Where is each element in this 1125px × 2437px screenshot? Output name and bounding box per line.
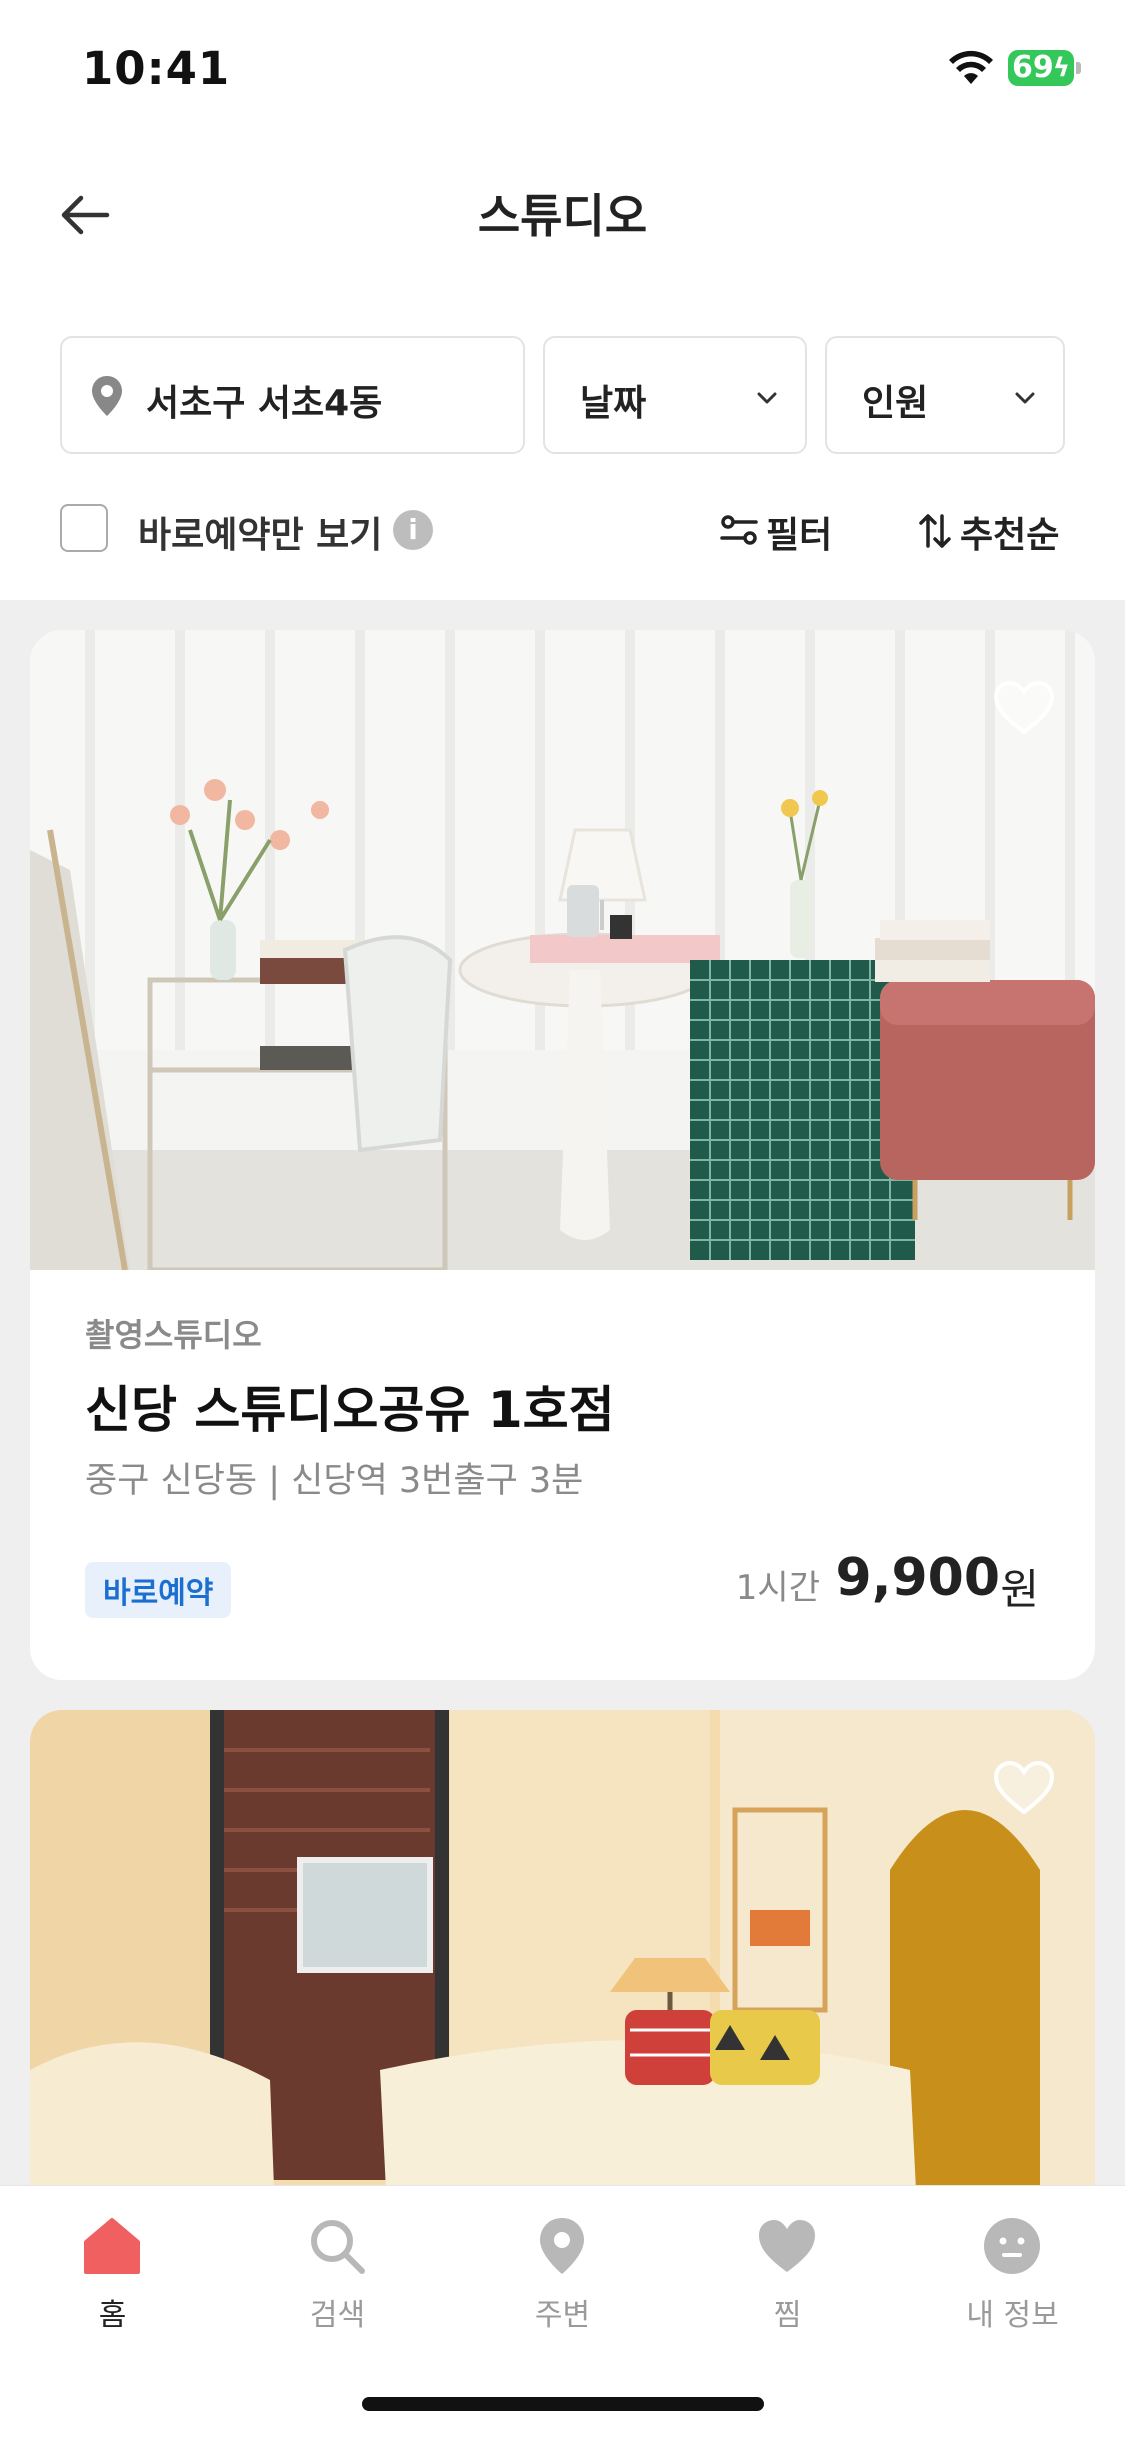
listing-location: 중구 신당동 | 신당역 3번출구 3분 [85,1461,584,1501]
chevron-down-icon [1015,392,1035,404]
charging-bolt-icon: ϟ [1052,53,1070,83]
people-filter[interactable]: 인원 [825,336,1065,454]
price-unit: 1시간 [735,1568,820,1608]
price-currency: 원 [1000,1565,1039,1614]
instant-booking-label[interactable]: 바로예약만 보기 [138,506,382,558]
tab-profile[interactable]: 내 정보 [900,2216,1125,2336]
studio-photo [30,1710,1095,2185]
listing-card[interactable]: 촬영스튜디오 신당 스튜디오공유 1호점 중구 신당동 | 신당역 3번출구 3… [30,630,1095,1680]
tab-favorites-label: 찜 [773,2298,802,2333]
instant-booking-checkbox[interactable] [60,504,108,552]
tab-nearby[interactable]: 주변 [450,2216,675,2336]
listing-category: 촬영스튜디오 [85,1316,262,1354]
listing-title[interactable]: 신당 스튜디오공유 1호점 [85,1370,615,1442]
sort-label: 추천순 [960,515,1060,556]
chevron-down-icon [757,392,777,404]
tab-home[interactable]: 홈 [0,2216,225,2336]
profile-icon [984,2218,1040,2274]
studio-photo-illustration [30,630,1095,1270]
filter-label: 필터 [766,515,833,556]
tab-search[interactable]: 검색 [225,2216,450,2336]
studio-photo-illustration [30,1710,1095,2185]
favorite-heart-icon[interactable] [993,680,1055,736]
home-icon [84,2218,140,2274]
filter-toggle-icon [720,515,758,545]
people-label: 인원 [862,383,929,424]
price-value: 9,900 [835,1548,1000,1608]
tab-favorites[interactable]: 찜 [675,2216,900,2336]
tab-search-label: 검색 [309,2298,366,2333]
options-row: 바로예약만 보기 i 필터 추천순 [60,500,1070,560]
wifi-icon [949,50,993,84]
status-time: 10:41 [82,42,231,95]
search-icon [311,2220,365,2274]
listing-list[interactable]: 촬영스튜디오 신당 스튜디오공유 1호점 중구 신당동 | 신당역 3번출구 3… [0,600,1125,2185]
listing-card[interactable] [30,1710,1095,2185]
battery-tip [1076,62,1081,74]
tab-profile-label: 내 정보 [966,2298,1059,2333]
heart-icon [759,2220,815,2272]
studio-photo [30,630,1095,1270]
page-title: 스튜디오 [477,189,648,243]
instant-booking-badge: 바로예약 [85,1562,232,1618]
sort-icon [919,514,951,548]
tab-home-label: 홈 [98,2298,127,2333]
battery-icon: 69 ϟ [1008,50,1074,86]
tab-nearby-label: 주변 [534,2298,591,2333]
location-pin-icon [540,2218,584,2274]
location-pin-icon [92,376,122,416]
location-filter[interactable]: 서초구 서초4동 [60,336,525,454]
home-indicator [362,2397,764,2411]
battery-level: 69 [1012,50,1054,85]
status-bar: 10:41 69 ϟ [0,0,1125,135]
info-icon[interactable]: i [393,510,433,550]
date-filter[interactable]: 날짜 [543,336,807,454]
location-label: 서초구 서초4동 [146,383,383,424]
date-label: 날짜 [580,383,647,424]
favorite-heart-icon[interactable] [993,1760,1055,1816]
